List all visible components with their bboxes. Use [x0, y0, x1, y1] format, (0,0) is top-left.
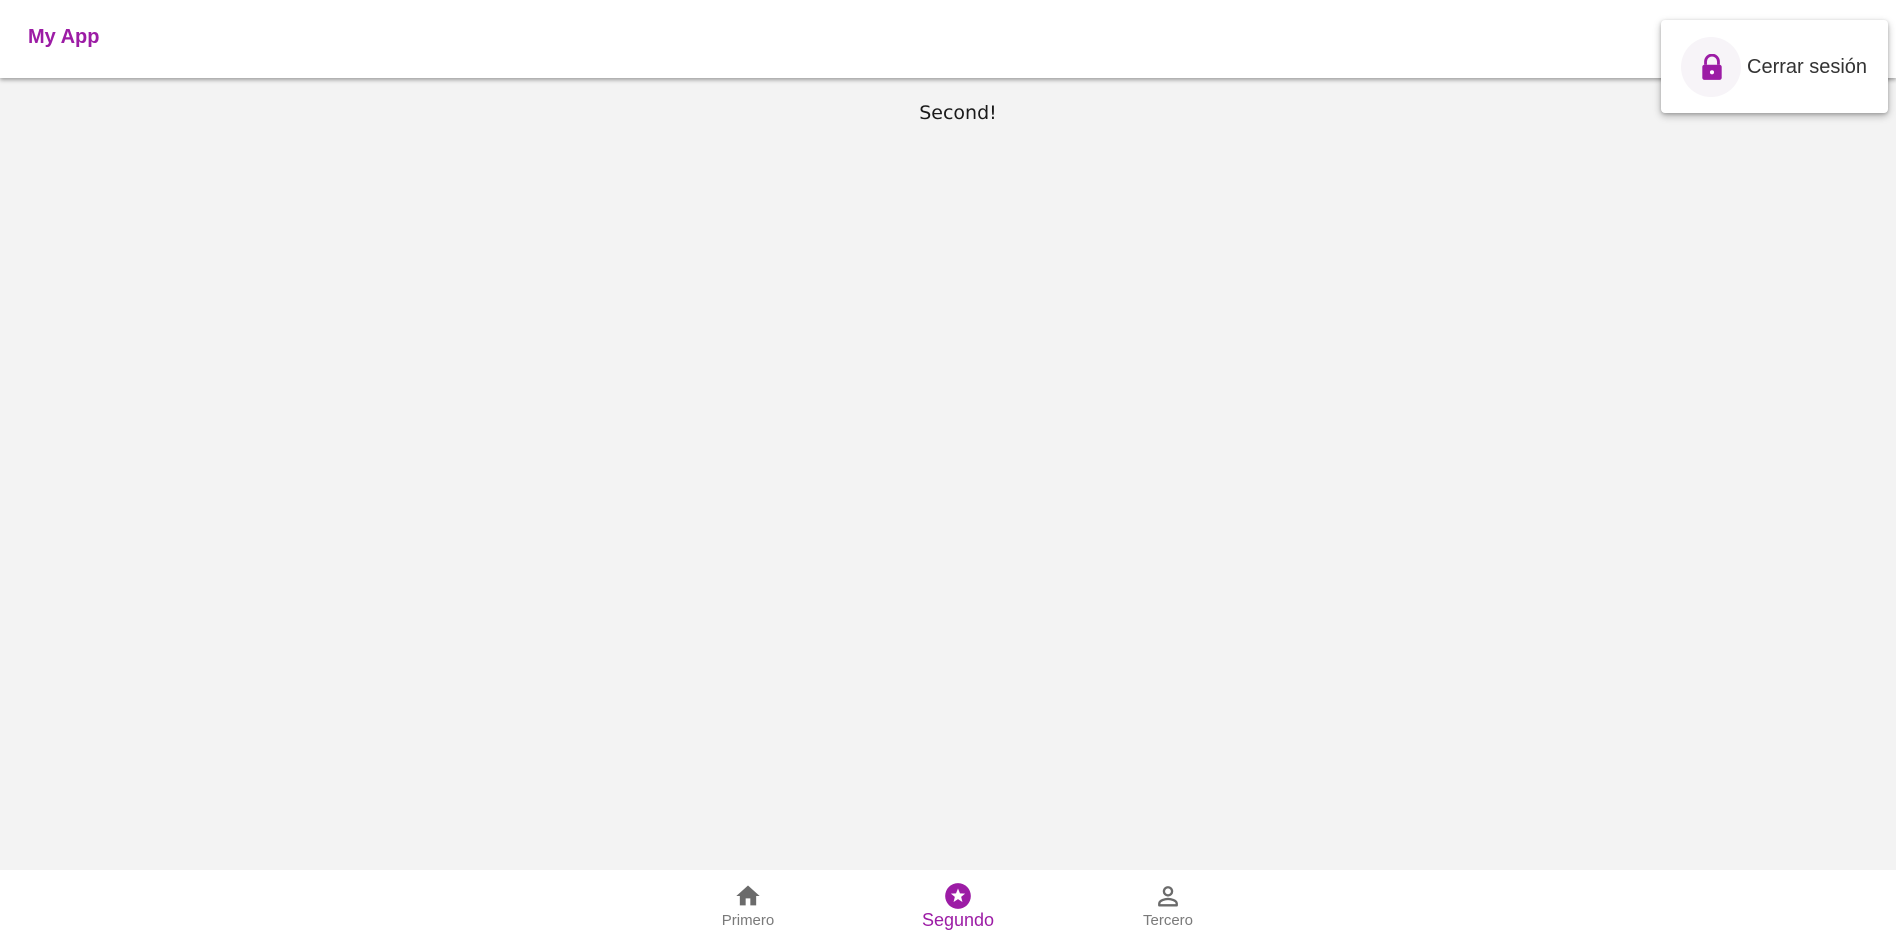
- person-icon: [1158, 886, 1178, 907]
- nav-label-tercero: Tercero: [1142, 912, 1194, 929]
- nav-label-primero: Primero: [721, 912, 775, 929]
- nav-label-segundo: Segundo: [921, 910, 995, 930]
- logout-icon-button[interactable]: [1681, 37, 1741, 97]
- bottom-nav: Primero Segundo Tercero: [0, 870, 1896, 940]
- app-title: My App: [28, 26, 100, 48]
- app-bar: My App: [0, 0, 1896, 78]
- nav-item-segundo[interactable]: Segundo: [888, 870, 1028, 940]
- logout-label: Cerrar sesión: [1747, 56, 1868, 78]
- nav-item-tercero[interactable]: Tercero: [1098, 870, 1238, 940]
- logout-menu-item[interactable]: Cerrar sesión: [1661, 20, 1888, 113]
- content-text: Second!: [919, 102, 997, 124]
- home-icon: [736, 885, 760, 906]
- lock-icon: [1702, 54, 1722, 80]
- star-circle-icon: [945, 883, 971, 909]
- popup-menu: Cerrar sesión: [1661, 20, 1888, 113]
- nav-item-primero[interactable]: Primero: [678, 870, 818, 940]
